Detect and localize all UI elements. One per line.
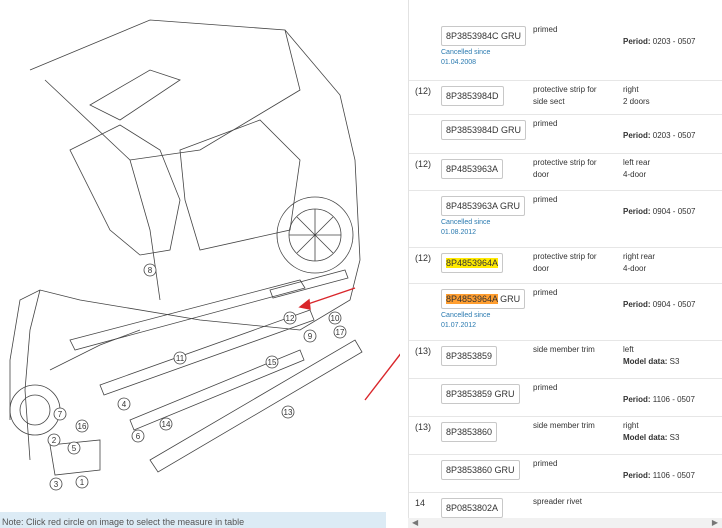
scroll-right-icon[interactable]: ▶ (712, 518, 718, 527)
callout-label-15: 15 (268, 358, 277, 367)
part-number-button[interactable]: 8P3853859 (441, 346, 498, 366)
position-number: (12) (415, 253, 432, 263)
part-remarks: Period: 0203 - 0507 (623, 37, 696, 46)
part-number-button[interactable]: 8P3853860 GRU (441, 460, 520, 480)
part-description: primed (533, 119, 558, 128)
part-number-button[interactable]: 8P3853984D (441, 86, 504, 106)
position-number: (12) (415, 86, 432, 96)
cancelled-since-note: Cancelled since 01.07.2012 (441, 312, 491, 329)
cancelled-since-note: Cancelled since 01.08.2012 (441, 219, 491, 236)
part-description: side member trim (533, 421, 595, 430)
callout-label-9: 9 (308, 332, 313, 341)
part-description: side member trim (533, 345, 595, 354)
part-remarks: Period: 0904 - 0507 (623, 300, 696, 309)
cancelled-since-note: Cancelled since 01.04.2008 (441, 49, 491, 66)
callout-label-2: 2 (52, 436, 57, 445)
part-number-button[interactable]: 8P3853984C GRU (441, 26, 527, 46)
position-number: (13) (415, 346, 432, 356)
part-remarks: right Model data: S3 (623, 421, 680, 442)
part-remarks: left Model data: S3 (623, 345, 680, 366)
part-remarks: right rear 4-door (623, 252, 656, 273)
part-number-button[interactable]: 8P0853802A (441, 498, 504, 518)
part-number-button[interactable]: 8P3853984D GRU (441, 120, 527, 140)
callout-label-6: 6 (136, 432, 141, 441)
callout-label-8: 8 (148, 266, 153, 275)
callout-label-16: 16 (78, 422, 87, 431)
part-description: primed (533, 25, 558, 34)
table-row[interactable]: 8P4853964A GRU Cancelled since 01.07.2012 p… (409, 283, 722, 341)
part-remarks: right 2 doors (623, 85, 650, 106)
part-description: protective strip for side sect (533, 85, 597, 106)
part-number-button[interactable]: 8P4853964A (441, 253, 504, 273)
part-remarks: Period: 0904 - 0507 (623, 207, 696, 216)
table-row[interactable]: 8P3853859 GRU primed Period: 1106 - 0507 (409, 378, 722, 417)
table-row[interactable]: 8P4853963A GRU Cancelled since 01.08.2012 p… (409, 190, 722, 248)
callout-label-7: 7 (58, 410, 63, 419)
parts-diagram: 8 12 10 17 11 9 7 16 4 6 14 15 13 2 5 3 1 (9, 19, 400, 491)
callout-label-14: 14 (162, 420, 171, 429)
table-row[interactable]: (12) 8P4853964A protective strip for door r… (409, 247, 722, 284)
callout-label-5: 5 (72, 444, 77, 453)
table-row[interactable]: (13) 8P3853859 side member trim left Model d… (409, 340, 722, 379)
hint-note: Note: Click red circle on image to selec… (0, 512, 386, 528)
part-remarks: left rear 4-door (623, 158, 651, 179)
position-number: (13) (415, 422, 432, 432)
callout-label-11: 11 (176, 354, 185, 363)
table-row[interactable]: 8P3853860 GRU primed Period: 1106 - 0507 (409, 454, 722, 493)
callout-label-4: 4 (122, 400, 127, 409)
part-description: primed (533, 195, 558, 204)
table-row[interactable]: (12) 8P3853984D protective strip for side … (409, 80, 722, 115)
callout-label-1: 1 (80, 478, 85, 487)
position-number: (12) (415, 159, 432, 169)
part-number-button[interactable]: 8P3853860 (441, 422, 498, 442)
position-number: 14 (415, 498, 426, 508)
part-number-button[interactable]: 8P4853964A GRU (441, 289, 526, 309)
callout-label-17: 17 (336, 328, 345, 337)
part-number-button[interactable]: 8P4853963A GRU (441, 196, 526, 216)
callout-label-10: 10 (331, 314, 340, 323)
parts-table[interactable]: 8P3853984C GRU Cancelled since 01.04.2008 p… (408, 0, 722, 528)
part-remarks: Period: 1106 - 0507 (623, 471, 695, 480)
part-description: protective strip for door (533, 158, 597, 179)
table-row[interactable]: (13) 8P3853860 side member trim right Model … (409, 416, 722, 455)
table-row[interactable]: 8P3853984C GRU Cancelled since 01.04.2008 p… (409, 20, 722, 81)
part-description: protective strip for door (533, 252, 597, 273)
horizontal-scrollbar[interactable]: ◀ ▶ (408, 518, 722, 528)
scroll-left-icon[interactable]: ◀ (412, 518, 418, 527)
part-description: primed (533, 383, 558, 392)
callout-label-13: 13 (284, 408, 293, 417)
part-description: primed (533, 288, 558, 297)
part-description: spreader rivet (533, 497, 582, 506)
table-row[interactable]: (12) 8P4853963A protective strip for door l… (409, 153, 722, 191)
part-remarks: Period: 0203 - 0507 (623, 131, 696, 140)
part-description: primed (533, 459, 558, 468)
part-number-button[interactable]: 8P4853963A (441, 159, 504, 179)
part-remarks: Period: 1106 - 0507 (623, 395, 695, 404)
callout-label-12: 12 (286, 314, 295, 323)
part-number-button[interactable]: 8P3853859 GRU (441, 384, 520, 404)
callout-label-3: 3 (54, 480, 59, 489)
table-row[interactable]: 8P3853984D GRU primed Period: 0203 - 0507 (409, 114, 722, 154)
